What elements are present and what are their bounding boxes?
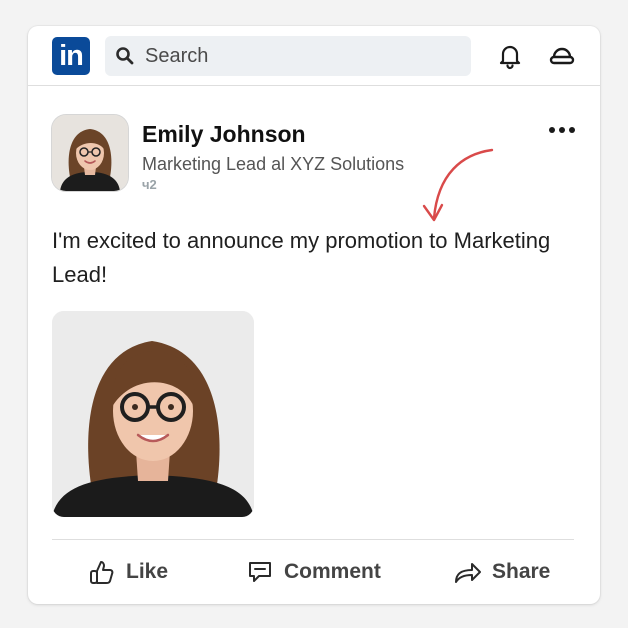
author-avatar[interactable]: [52, 115, 128, 191]
thumbs-up-icon: [90, 561, 114, 584]
more-options-icon[interactable]: [546, 122, 578, 138]
search-bar[interactable]: [105, 36, 471, 76]
share-button[interactable]: Share: [452, 554, 550, 590]
post-portrait: [52, 311, 254, 517]
post-text: I'm excited to announce my promotion to …: [52, 228, 551, 287]
cap-icon[interactable]: [548, 44, 576, 68]
search-input[interactable]: [145, 36, 455, 76]
author-portrait: [52, 115, 128, 191]
post-card: in E: [28, 26, 600, 604]
comment-button[interactable]: Comment: [246, 554, 381, 590]
comment-label: Comment: [284, 560, 381, 583]
search-icon: [116, 47, 134, 65]
author-headline: Marketing Lead al XYZ Solutions: [142, 154, 405, 174]
like-button[interactable]: Like: [88, 554, 168, 590]
post-timestamp: ч2: [142, 177, 157, 192]
actions-divider: [52, 539, 574, 540]
post-image[interactable]: [52, 311, 254, 517]
share-label: Share: [492, 560, 551, 583]
top-navigation-bar: in: [28, 26, 600, 86]
share-arrow-icon: [455, 563, 481, 583]
comment-icon: [249, 562, 271, 582]
linkedin-logo[interactable]: in: [52, 37, 90, 75]
author-name[interactable]: Emily Johnson: [142, 121, 306, 148]
like-label: Like: [126, 560, 169, 583]
bell-icon[interactable]: [496, 42, 524, 70]
annotation-arrow-icon: [422, 148, 494, 222]
